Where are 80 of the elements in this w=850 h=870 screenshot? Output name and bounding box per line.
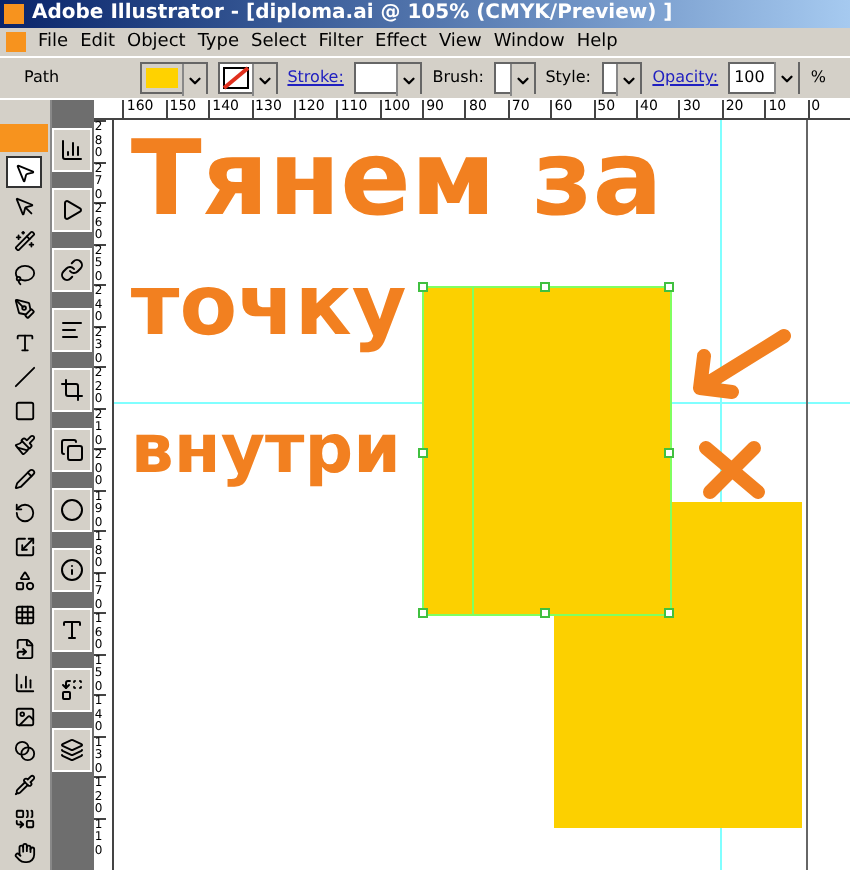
style-label: Style:	[545, 66, 591, 90]
anchor-handle[interactable]	[664, 448, 675, 458]
no-stroke-icon	[219, 64, 252, 92]
copy-icon	[60, 438, 85, 462]
menu-item[interactable]: File	[38, 33, 69, 51]
anchor-handle[interactable]	[418, 448, 429, 458]
style-dropdown[interactable]	[601, 62, 643, 94]
hollow-arrow-icon	[13, 195, 36, 217]
stroke-swatch[interactable]	[217, 62, 278, 94]
menu-item[interactable]: Effect	[375, 33, 427, 51]
brush-label: Brush:	[432, 66, 484, 90]
align-icon	[60, 318, 85, 342]
menu-item[interactable]: Edit	[80, 33, 115, 51]
circle-icon	[60, 498, 85, 522]
panel-button[interactable]	[52, 728, 93, 772]
panel-button[interactable]	[52, 608, 93, 652]
menu-item[interactable]: Type	[197, 33, 239, 51]
image-icon	[13, 705, 36, 727]
annotation-text: точку	[130, 264, 407, 348]
play-icon	[60, 198, 85, 222]
opacity-field[interactable]: 100	[728, 62, 801, 94]
type-icon	[13, 331, 36, 353]
rotate-icon	[13, 501, 36, 523]
combine-icon	[13, 807, 36, 829]
type-icon	[60, 618, 85, 642]
panel-button[interactable]	[52, 248, 93, 292]
menu-item[interactable]: Object	[127, 33, 186, 51]
panel-button[interactable]	[52, 128, 93, 172]
panel-button[interactable]	[52, 488, 93, 532]
anchor-handle[interactable]	[664, 282, 675, 292]
menu-item[interactable]: Window	[493, 33, 565, 51]
panel-button[interactable]	[52, 188, 93, 232]
anchor-handle[interactable]	[418, 282, 429, 292]
opacity-link[interactable]: Opacity:	[652, 66, 719, 90]
selection-label: Path	[24, 66, 62, 90]
percent-label: %	[810, 66, 827, 90]
lasso-icon	[13, 263, 36, 285]
layers-icon	[60, 738, 85, 762]
menu-item[interactable]: View	[438, 33, 482, 51]
rectangle-icon	[13, 399, 36, 421]
annotation-text: Тянем за	[130, 128, 663, 232]
panel-button[interactable]	[52, 668, 93, 712]
window-title: Adobe Illustrator - [diploma.ai @ 105% (CMYK/Preview) ]	[32, 4, 673, 24]
arrow-cursor-icon	[13, 161, 36, 183]
tool-button[interactable]	[6, 156, 43, 188]
bar-chart-icon	[60, 138, 85, 162]
replace-icon	[60, 678, 85, 702]
annotation-text: внутри	[130, 416, 401, 484]
info-icon	[60, 558, 85, 582]
magic-wand-icon	[13, 229, 36, 251]
line-icon	[13, 365, 36, 387]
stroke-link[interactable]: Stroke:	[287, 66, 344, 90]
crop-icon	[60, 378, 85, 402]
anchor-handle[interactable]	[540, 282, 551, 292]
anchor-handle[interactable]	[540, 608, 551, 618]
fill-swatch[interactable]	[139, 62, 208, 94]
panel-button[interactable]	[52, 428, 93, 472]
panel-button[interactable]	[52, 368, 93, 412]
pen-icon	[13, 297, 36, 319]
file-arrow-icon	[13, 637, 36, 659]
eyedropper-icon	[13, 773, 36, 795]
stroke-weight-field[interactable]	[353, 62, 423, 94]
blend-icon	[13, 739, 36, 761]
menu-item[interactable]: Filter	[318, 33, 364, 51]
pencil-icon	[13, 467, 36, 489]
menu-item[interactable]: Help	[576, 33, 618, 51]
cross-mark-drawing	[698, 440, 767, 500]
paintbrush-icon	[13, 433, 36, 455]
anchor-handle[interactable]	[664, 608, 675, 618]
menu-item[interactable]: Select	[250, 33, 307, 51]
mesh-grid-icon	[13, 603, 36, 625]
shapes-icon	[13, 569, 36, 591]
panel-button[interactable]	[52, 548, 93, 592]
anchor-handle[interactable]	[418, 608, 429, 618]
bar-chart-icon	[13, 671, 36, 693]
link-icon	[60, 258, 85, 282]
hand-icon	[13, 841, 36, 863]
scale-icon	[13, 535, 36, 557]
brush-dropdown[interactable]	[494, 62, 536, 94]
panel-button[interactable]	[52, 308, 93, 352]
